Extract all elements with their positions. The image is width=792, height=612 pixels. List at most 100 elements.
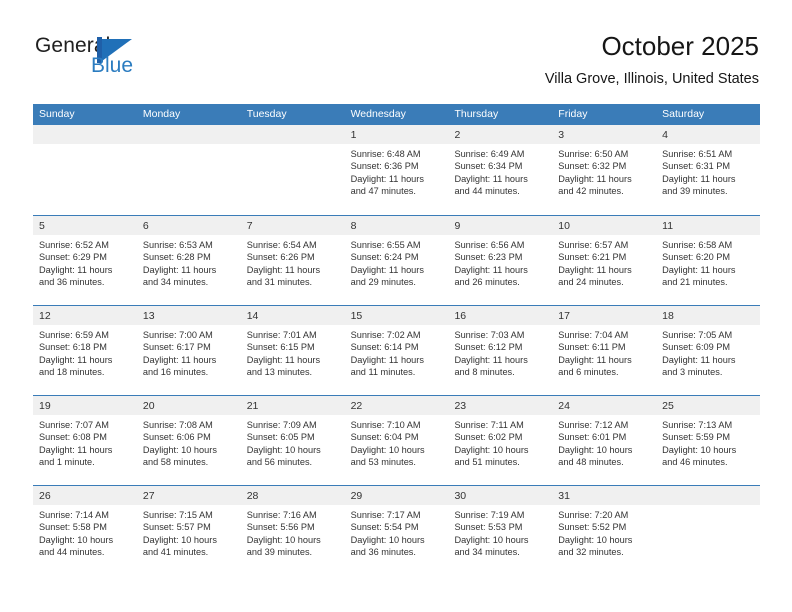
- daylight-text: Daylight: 11 hours: [454, 354, 528, 365]
- daylight-text: Daylight: 11 hours: [350, 264, 424, 275]
- day-number: 29: [350, 490, 363, 502]
- day-cell-10[interactable]: 10 Sunrise: 6:57 AM Sunset: 6:21 PM Dayligh…: [552, 216, 657, 305]
- sunrise-text: Sunrise: 7:02 AM: [350, 330, 421, 340]
- day-number-band: 21: [240, 396, 345, 415]
- calendar-page: General Blue October 2025 Villa Grove, I…: [0, 0, 792, 612]
- day-cell-2[interactable]: 2 Sunrise: 6:49 AM Sunset: 6:34 PM Daylight…: [448, 125, 553, 215]
- day-cell-8[interactable]: 8 Sunrise: 6:55 AM Sunset: 6:24 PM Daylight…: [344, 216, 449, 305]
- daylight-text: Daylight: 10 hours: [558, 534, 633, 545]
- sunset-text: Sunset: 6:15 PM: [246, 342, 315, 353]
- day-cell-16[interactable]: 16 Sunrise: 7:03 AM Sunset: 6:12 PM Dayligh…: [448, 306, 553, 395]
- daylight-text-cont: and 36 minutes.: [350, 547, 416, 558]
- day-number-band: 3: [552, 125, 657, 144]
- daylight-text: Daylight: 11 hours: [454, 264, 528, 275]
- daylight-text-cont: and 44 minutes.: [39, 547, 105, 558]
- daylight-text-cont: and 32 minutes.: [558, 547, 624, 558]
- daylight-text: Daylight: 10 hours: [558, 444, 633, 455]
- day-cell-5[interactable]: 5 Sunrise: 6:52 AM Sunset: 6:29 PM Daylight…: [33, 216, 137, 305]
- sunrise-text: Sunrise: 7:09 AM: [246, 420, 317, 430]
- daylight-text-cont: and 24 minutes.: [558, 277, 624, 288]
- day-details: [656, 505, 760, 509]
- daylight-text: Daylight: 10 hours: [454, 534, 529, 545]
- day-cell-3[interactable]: 3 Sunrise: 6:50 AM Sunset: 6:32 PM Daylight…: [552, 125, 657, 215]
- day-number-band: 4: [656, 125, 761, 144]
- sunrise-text: Sunrise: 7:20 AM: [558, 510, 629, 520]
- daylight-text-cont: and 53 minutes.: [350, 457, 416, 468]
- day-cell-25[interactable]: 25 Sunrise: 7:13 AM Sunset: 5:59 PM Dayligh…: [656, 396, 761, 485]
- day-number: 20: [142, 400, 155, 412]
- day-number-band: 27: [136, 486, 241, 505]
- day-cell-22[interactable]: 22 Sunrise: 7:10 AM Sunset: 6:04 PM Dayligh…: [344, 396, 449, 485]
- day-cell-13[interactable]: 13 Sunrise: 7:00 AM Sunset: 6:17 PM Dayligh…: [136, 306, 241, 395]
- sunrise-text: Sunrise: 7:16 AM: [246, 510, 317, 520]
- day-number-band: 28: [240, 486, 345, 505]
- day-cell-9[interactable]: 9 Sunrise: 6:56 AM Sunset: 6:23 PM Daylight…: [448, 216, 553, 305]
- daylight-text-cont: and 6 minutes.: [558, 367, 619, 378]
- day-details: Sunrise: 6:54 AM Sunset: 6:26 PM Daylight:…: [241, 235, 345, 289]
- day-number: 23: [454, 400, 467, 412]
- sunrise-text: Sunrise: 6:57 AM: [558, 240, 629, 250]
- day-details: Sunrise: 7:17 AM Sunset: 5:54 PM Daylight:…: [345, 505, 449, 559]
- sunrise-text: Sunrise: 7:08 AM: [142, 420, 213, 430]
- daylight-text-cont: and 26 minutes.: [454, 277, 520, 288]
- day-number: 17: [558, 310, 570, 322]
- day-number-band: 12: [33, 306, 137, 325]
- day-number: 8: [350, 220, 357, 232]
- day-details: Sunrise: 6:51 AM Sunset: 6:31 PM Daylight:…: [656, 144, 760, 198]
- sunset-text: Sunset: 5:52 PM: [558, 522, 627, 533]
- daylight-text-cont: and 34 minutes.: [142, 277, 209, 288]
- daylight-text: Daylight: 11 hours: [558, 354, 632, 365]
- day-number: 24: [558, 400, 570, 412]
- day-cell-empty: [240, 125, 345, 215]
- sunrise-text: Sunrise: 6:48 AM: [350, 149, 421, 159]
- day-cell-7[interactable]: 7 Sunrise: 6:54 AM Sunset: 6:26 PM Daylight…: [240, 216, 345, 305]
- day-details: Sunrise: 7:12 AM Sunset: 6:01 PM Daylight:…: [552, 415, 656, 469]
- day-cell-1[interactable]: 1 Sunrise: 6:48 AM Sunset: 6:36 PM Daylight…: [344, 125, 449, 215]
- day-cell-20[interactable]: 20 Sunrise: 7:08 AM Sunset: 6:06 PM Dayligh…: [136, 396, 241, 485]
- day-cell-27[interactable]: 27 Sunrise: 7:15 AM Sunset: 5:57 PM Dayligh…: [136, 486, 241, 575]
- brand-logo[interactable]: General Blue: [35, 34, 155, 80]
- day-details: Sunrise: 6:59 AM Sunset: 6:18 PM Daylight:…: [33, 325, 137, 379]
- day-number-band: 19: [33, 396, 137, 415]
- sunrise-text: Sunrise: 7:17 AM: [350, 510, 421, 520]
- sunset-text: Sunset: 6:20 PM: [662, 252, 731, 263]
- day-cell-28[interactable]: 28 Sunrise: 7:16 AM Sunset: 5:56 PM Dayligh…: [240, 486, 345, 575]
- day-cell-23[interactable]: 23 Sunrise: 7:11 AM Sunset: 6:02 PM Dayligh…: [448, 396, 553, 485]
- day-details: [137, 144, 241, 148]
- day-number: 26: [39, 490, 51, 502]
- day-cell-29[interactable]: 29 Sunrise: 7:17 AM Sunset: 5:54 PM Dayligh…: [344, 486, 449, 575]
- day-cell-15[interactable]: 15 Sunrise: 7:02 AM Sunset: 6:14 PM Dayligh…: [344, 306, 449, 395]
- sunset-text: Sunset: 6:21 PM: [558, 252, 627, 263]
- day-cell-26[interactable]: 26 Sunrise: 7:14 AM Sunset: 5:58 PM Dayligh…: [33, 486, 137, 575]
- day-cell-31[interactable]: 31 Sunrise: 7:20 AM Sunset: 5:52 PM Dayligh…: [552, 486, 657, 575]
- day-cell-18[interactable]: 18 Sunrise: 7:05 AM Sunset: 6:09 PM Dayligh…: [656, 306, 761, 395]
- day-cell-17[interactable]: 17 Sunrise: 7:04 AM Sunset: 6:11 PM Dayligh…: [552, 306, 657, 395]
- day-cell-4[interactable]: 4 Sunrise: 6:51 AM Sunset: 6:31 PM Daylight…: [656, 125, 761, 215]
- day-number-band: 29: [344, 486, 449, 505]
- daylight-text-cont: and 58 minutes.: [142, 457, 209, 468]
- day-number-band: 24: [552, 396, 657, 415]
- day-cell-6[interactable]: 6 Sunrise: 6:53 AM Sunset: 6:28 PM Daylight…: [136, 216, 241, 305]
- day-cell-12[interactable]: 12 Sunrise: 6:59 AM Sunset: 6:18 PM Dayligh…: [33, 306, 137, 395]
- weekday-header-sunday: Sunday: [39, 108, 75, 120]
- day-number-band: [656, 486, 761, 505]
- day-cell-30[interactable]: 30 Sunrise: 7:19 AM Sunset: 5:53 PM Dayligh…: [448, 486, 553, 575]
- day-cell-21[interactable]: 21 Sunrise: 7:09 AM Sunset: 6:05 PM Dayligh…: [240, 396, 345, 485]
- day-cell-14[interactable]: 14 Sunrise: 7:01 AM Sunset: 6:15 PM Dayligh…: [240, 306, 345, 395]
- day-number: 12: [39, 310, 51, 322]
- daylight-text: Daylight: 11 hours: [350, 173, 424, 184]
- sunrise-text: Sunrise: 6:52 AM: [39, 240, 109, 250]
- weekday-header-wednesday: Wednesday: [350, 108, 406, 120]
- day-cell-24[interactable]: 24 Sunrise: 7:12 AM Sunset: 6:01 PM Dayligh…: [552, 396, 657, 485]
- daylight-text: Daylight: 10 hours: [350, 534, 425, 545]
- day-details: Sunrise: 7:14 AM Sunset: 5:58 PM Daylight:…: [33, 505, 137, 559]
- day-details: Sunrise: 7:19 AM Sunset: 5:53 PM Daylight:…: [448, 505, 552, 559]
- day-cell-11[interactable]: 11 Sunrise: 6:58 AM Sunset: 6:20 PM Dayligh…: [656, 216, 761, 305]
- sunrise-text: Sunrise: 7:14 AM: [39, 510, 109, 520]
- day-cell-19[interactable]: 19 Sunrise: 7:07 AM Sunset: 6:08 PM Dayligh…: [33, 396, 137, 485]
- sunset-text: Sunset: 6:02 PM: [454, 432, 523, 443]
- day-number-band: 30: [448, 486, 553, 505]
- sunset-text: Sunset: 6:26 PM: [246, 252, 315, 263]
- day-number: 15: [350, 310, 363, 322]
- sunset-text: Sunset: 6:28 PM: [142, 252, 211, 263]
